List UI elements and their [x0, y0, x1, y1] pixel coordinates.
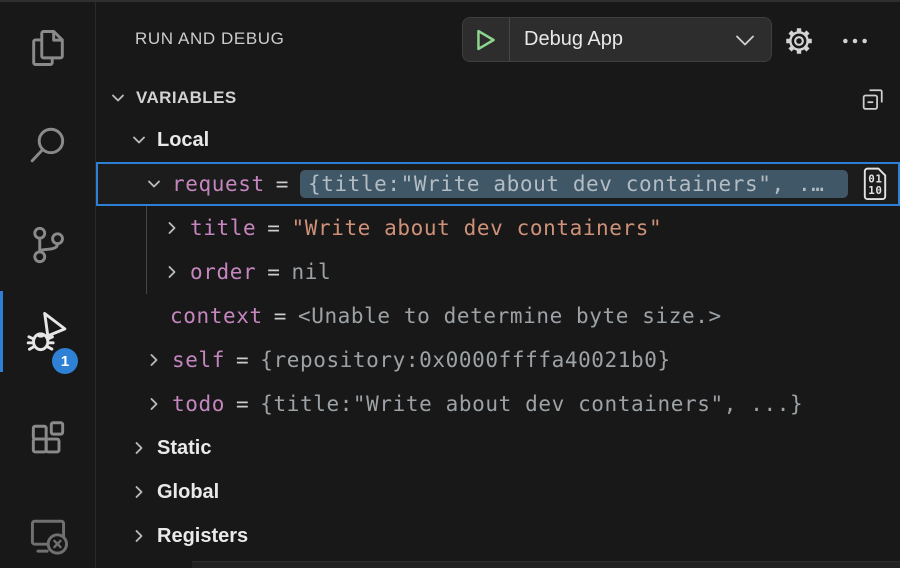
chevron-right-icon[interactable]	[129, 438, 149, 458]
equals-sign: =	[274, 304, 287, 328]
equals-sign: =	[276, 172, 289, 196]
activity-bar: 1	[0, 0, 96, 568]
next-section-divider	[192, 561, 900, 568]
variable-name: context	[170, 304, 263, 328]
sidebar-item-run-and-debug[interactable]: 1	[0, 304, 95, 360]
variable-row-title[interactable]: title = "Write about dev containers"	[96, 206, 900, 250]
variable-name: todo	[172, 392, 225, 416]
equals-sign: =	[267, 216, 280, 240]
sidebar-item-remote-explorer[interactable]	[0, 507, 95, 563]
variable-row-request[interactable]: request = {title:"Write about dev contai…	[96, 162, 900, 206]
panel-top-border	[0, 0, 900, 2]
chevron-right-icon[interactable]	[162, 218, 182, 238]
chevron-right-icon[interactable]	[129, 526, 149, 546]
scope-label: Static	[157, 437, 211, 460]
chevron-right-icon[interactable]	[162, 262, 182, 282]
collapse-all-icon	[859, 85, 887, 113]
variable-row-context[interactable]: context = <Unable to determine byte size…	[96, 294, 900, 338]
variable-name: title	[190, 216, 256, 240]
gear-icon	[782, 24, 816, 58]
variable-value: nil	[291, 260, 331, 284]
variables-tree: Local request = {title:"Write about dev …	[96, 118, 900, 558]
variable-value: {title:"Write about dev containers", ...…	[260, 392, 803, 416]
search-icon	[26, 123, 70, 167]
debug-config-picker[interactable]: Debug App	[462, 17, 772, 62]
chevron-down-icon	[108, 88, 128, 108]
chevron-right-icon[interactable]	[144, 350, 164, 370]
ellipsis-icon	[840, 26, 870, 56]
active-item-indicator	[0, 291, 3, 372]
binary-data-icon: 01 10	[860, 167, 890, 201]
scope-label: Registers	[157, 525, 248, 548]
extensions-icon	[26, 418, 70, 462]
variable-name: self	[172, 348, 225, 372]
variable-value: {repository:0x0000ffffa40021b0}	[260, 348, 671, 372]
debug-badge: 1	[52, 348, 78, 374]
equals-sign: =	[236, 392, 249, 416]
play-icon	[475, 29, 497, 51]
run-and-debug-panel: 1 RUN AND DEBUG	[0, 0, 900, 568]
variable-value: <Unable to determine byte size.>	[298, 304, 722, 328]
variables-section-label: VARIABLES	[136, 88, 237, 108]
sidebar-item-explorer[interactable]	[0, 20, 95, 76]
sidebar-item-source-control[interactable]	[0, 217, 95, 273]
collapse-all-button[interactable]	[856, 82, 890, 116]
panel-title: RUN AND DEBUG	[135, 29, 285, 49]
scope-local[interactable]: Local	[96, 118, 900, 162]
equals-sign: =	[267, 260, 280, 284]
scope-static[interactable]: Static	[96, 426, 900, 470]
variable-row-order[interactable]: order = nil	[96, 250, 900, 294]
equals-sign: =	[236, 348, 249, 372]
variable-row-self[interactable]: self = {repository:0x0000ffffa40021b0}	[96, 338, 900, 382]
start-debug-button[interactable]	[463, 18, 510, 61]
sidebar-item-search[interactable]	[0, 117, 95, 173]
settings-button[interactable]	[781, 23, 817, 59]
chevron-down-icon[interactable]	[144, 174, 164, 194]
variable-name: request	[172, 172, 265, 196]
variable-value-string: "Write about dev containers"	[291, 216, 662, 240]
variable-name: order	[190, 260, 256, 284]
variables-section-header[interactable]: VARIABLES	[96, 78, 900, 118]
scope-registers[interactable]: Registers	[96, 514, 900, 558]
view-binary-data-button[interactable]: 01 10	[858, 166, 892, 202]
debug-sidebar: RUN AND DEBUG Debug App	[96, 0, 900, 568]
remote-explorer-icon	[26, 513, 70, 557]
svg-text:10: 10	[868, 184, 882, 197]
variable-value-highlighted: {title:"Write about dev containers", .…	[300, 170, 848, 198]
debug-config-label: Debug App	[524, 28, 732, 51]
sidebar-item-extensions[interactable]	[0, 412, 95, 468]
scope-label: Global	[157, 481, 219, 504]
scope-label: Local	[157, 129, 209, 152]
source-control-icon	[26, 223, 70, 267]
chevron-down-icon[interactable]	[129, 130, 149, 150]
files-icon	[26, 26, 70, 70]
scope-global[interactable]: Global	[96, 470, 900, 514]
more-actions-button[interactable]	[837, 23, 873, 59]
chevron-down-icon[interactable]	[732, 27, 758, 53]
variable-row-todo[interactable]: todo = {title:"Write about dev container…	[96, 382, 900, 426]
chevron-right-icon[interactable]	[129, 482, 149, 502]
chevron-right-icon[interactable]	[144, 394, 164, 414]
